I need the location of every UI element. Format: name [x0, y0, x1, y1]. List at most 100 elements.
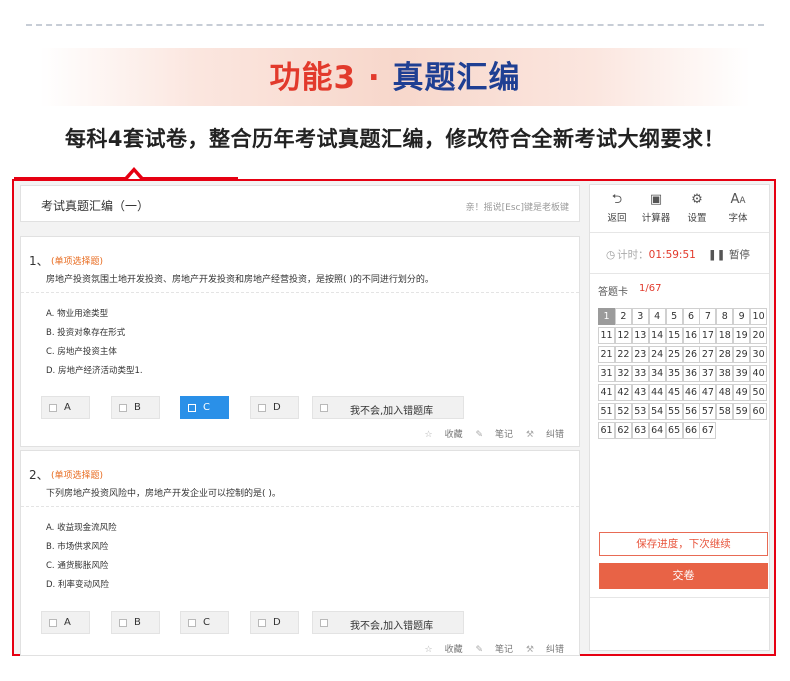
answer-sheet-cell[interactable]: 29 [733, 346, 751, 363]
answer-sheet-cell[interactable]: 4 [648, 308, 666, 325]
answer-sheet-cell[interactable]: 10 [750, 308, 768, 325]
answer-sheet-cell[interactable]: 36 [682, 365, 700, 382]
settings-button[interactable]: ⚙ 设置 [679, 192, 715, 224]
answer-sheet-cell[interactable]: 52 [614, 403, 632, 420]
answer-sheet-cell[interactable]: 18 [716, 327, 734, 344]
checkbox-icon [49, 619, 57, 627]
answer-sheet-cell[interactable]: 43 [631, 384, 649, 401]
answer-sheet-cell[interactable]: 22 [614, 346, 632, 363]
answer-button-d[interactable]: D [250, 396, 299, 419]
wrench-icon: ⚒ [525, 430, 534, 440]
answer-sheet-cell[interactable]: 2 [614, 308, 632, 325]
answer-sheet-cell[interactable]: 26 [682, 346, 700, 363]
font-label: 字体 [728, 213, 748, 224]
answer-sheet-cell[interactable]: 61 [598, 422, 615, 439]
answer-button-a[interactable]: A [41, 611, 90, 634]
calculator-button[interactable]: ▣ 计算器 [638, 192, 674, 224]
report-error-button[interactable]: ⚒ 纠错 [526, 430, 564, 440]
answer-sheet-cell[interactable]: 5 [665, 308, 683, 325]
answer-sheet-cell[interactable]: 34 [648, 365, 666, 382]
answer-sheet-cell[interactable]: 62 [614, 422, 632, 439]
answer-sheet-cell[interactable]: 45 [665, 384, 683, 401]
report-error-button[interactable]: ⚒ 纠错 [526, 645, 564, 655]
checkbox-icon [188, 404, 196, 412]
notes-button[interactable]: ✎ 笔记 [475, 645, 513, 655]
answer-sheet-cell[interactable]: 15 [665, 327, 683, 344]
answer-sheet-cell[interactable]: 42 [614, 384, 632, 401]
pause-button[interactable]: ❚❚ 暂停 [708, 247, 750, 262]
answer-sheet-cell[interactable]: 13 [631, 327, 649, 344]
back-button[interactable]: ⮌ 返回 [599, 192, 635, 224]
answer-sheet-cell[interactable]: 27 [699, 346, 717, 363]
control-panel: ⮌ 返回 ▣ 计算器 ⚙ 设置 AA 字体 ◷ 计时：01:59:51 ❚❚ 暂停… [589, 184, 770, 651]
answer-sheet-cell[interactable]: 23 [631, 346, 649, 363]
answer-sheet-cell[interactable]: 63 [631, 422, 649, 439]
answer-sheet-cell[interactable]: 25 [665, 346, 683, 363]
favorite-button[interactable]: ☆ 收藏 [425, 645, 463, 655]
answer-sheet-cell[interactable]: 50 [750, 384, 768, 401]
answer-button-d[interactable]: D [250, 611, 299, 634]
checkbox-icon [258, 619, 266, 627]
answer-sheet-cell[interactable]: 32 [614, 365, 632, 382]
answer-sheet-cell[interactable]: 19 [733, 327, 751, 344]
answer-sheet-cell[interactable]: 51 [598, 403, 615, 420]
answer-sheet-cell[interactable]: 16 [682, 327, 700, 344]
answer-sheet-cell[interactable]: 59 [733, 403, 751, 420]
answer-sheet-cell[interactable]: 47 [699, 384, 717, 401]
answer-sheet-cell[interactable]: 57 [699, 403, 717, 420]
answer-sheet-cell[interactable]: 39 [733, 365, 751, 382]
answer-sheet-cell[interactable]: 54 [648, 403, 666, 420]
answer-sheet-cell[interactable]: 31 [598, 365, 615, 382]
favorite-button[interactable]: ☆ 收藏 [425, 430, 463, 440]
answer-sheet-cell[interactable]: 28 [716, 346, 734, 363]
answer-sheet-cell[interactable]: 6 [682, 308, 700, 325]
answer-button-b[interactable]: B [111, 396, 160, 419]
answer-sheet-cell[interactable]: 66 [682, 422, 700, 439]
answer-sheet-cell[interactable]: 38 [716, 365, 734, 382]
answer-sheet-cell[interactable]: 41 [598, 384, 615, 401]
option-text: B. 市场供求风险 [46, 542, 109, 552]
font-button[interactable]: AA 字体 [720, 192, 756, 224]
question-tools: ☆ 收藏 ✎ 笔记 ⚒ 纠错 [415, 427, 565, 440]
settings-label: 设置 [687, 213, 707, 224]
answer-button-b[interactable]: B [111, 611, 160, 634]
answer-sheet-cell[interactable]: 46 [682, 384, 700, 401]
answer-sheet-cell[interactable]: 14 [648, 327, 666, 344]
answer-sheet-cell[interactable]: 64 [648, 422, 666, 439]
answer-button-c[interactable]: C [180, 611, 229, 634]
submit-exam-button[interactable]: 交卷 [599, 563, 768, 589]
answer-button-a[interactable]: A [41, 396, 90, 419]
answer-sheet-cell[interactable]: 35 [665, 365, 683, 382]
answer-sheet-cell[interactable]: 49 [733, 384, 751, 401]
answer-sheet-cell[interactable]: 11 [598, 327, 615, 344]
answer-sheet-cell[interactable]: 9 [733, 308, 751, 325]
answer-sheet-cell[interactable]: 48 [716, 384, 734, 401]
add-to-wrong-bank-button[interactable]: 我不会,加入错题库 [312, 396, 464, 419]
answer-sheet-cell[interactable]: 21 [598, 346, 615, 363]
question-number: 2、 [29, 468, 49, 482]
answer-sheet-cell[interactable]: 56 [682, 403, 700, 420]
answer-sheet-cell[interactable]: 40 [750, 365, 768, 382]
answer-sheet-cell[interactable]: 65 [665, 422, 683, 439]
add-to-wrong-bank-button[interactable]: 我不会,加入错题库 [312, 611, 464, 634]
answer-sheet-cell[interactable]: 1 [598, 308, 615, 325]
answer-sheet-cell[interactable]: 20 [750, 327, 768, 344]
answer-sheet-cell[interactable]: 3 [631, 308, 649, 325]
answer-sheet-cell[interactable]: 7 [699, 308, 717, 325]
answer-sheet-cell[interactable]: 24 [648, 346, 666, 363]
answer-sheet-cell[interactable]: 60 [750, 403, 768, 420]
answer-sheet-cell[interactable]: 53 [631, 403, 649, 420]
save-progress-button[interactable]: 保存进度，下次继续 [599, 532, 768, 556]
answer-sheet-cell[interactable]: 67 [699, 422, 717, 439]
answer-button-c[interactable]: C [180, 396, 229, 419]
answer-sheet-cell[interactable]: 17 [699, 327, 717, 344]
answer-sheet-cell[interactable]: 37 [699, 365, 717, 382]
answer-sheet-cell[interactable]: 55 [665, 403, 683, 420]
answer-sheet-cell[interactable]: 8 [716, 308, 734, 325]
answer-sheet-cell[interactable]: 33 [631, 365, 649, 382]
answer-sheet-cell[interactable]: 12 [614, 327, 632, 344]
notes-button[interactable]: ✎ 笔记 [475, 430, 513, 440]
answer-sheet-cell[interactable]: 58 [716, 403, 734, 420]
answer-sheet-cell[interactable]: 30 [750, 346, 768, 363]
answer-sheet-cell[interactable]: 44 [648, 384, 666, 401]
